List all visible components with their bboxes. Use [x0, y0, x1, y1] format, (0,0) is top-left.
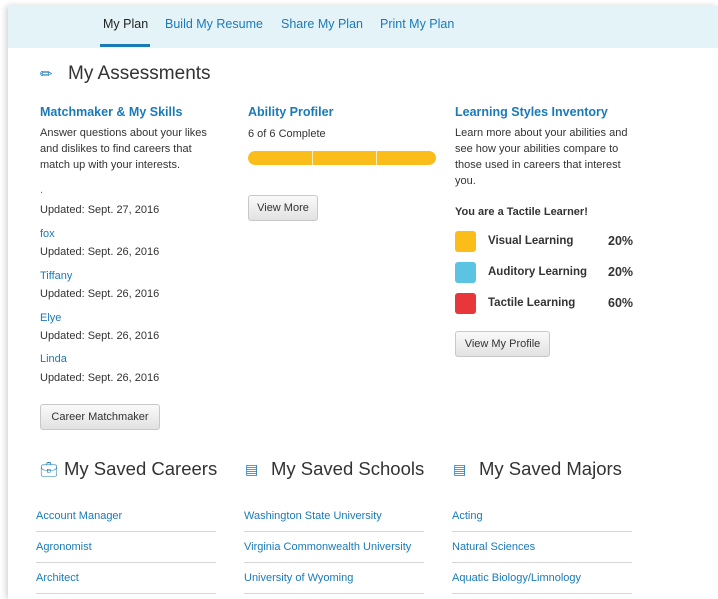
tactile-learning-percent: 60%	[608, 296, 634, 310]
saved-major-item[interactable]: Aquatic Biology/Limnology	[452, 563, 632, 594]
saved-career-item[interactable]: Architect	[36, 563, 216, 594]
tab-my-plan[interactable]: My Plan	[103, 17, 148, 31]
matchmaker-entry-link[interactable]: fox	[40, 228, 55, 240]
matchmaker-entry-updated: Updated: Sept. 26, 2016	[40, 246, 160, 258]
matchmaker-entry-updated: Updated: Sept. 26, 2016	[40, 288, 160, 300]
tab-build-my-resume[interactable]: Build My Resume	[165, 17, 263, 31]
tab-bar: My Plan Build My Resume Share My Plan Pr…	[8, 6, 718, 48]
visual-learning-label: Visual Learning	[488, 235, 574, 247]
auditory-learning-swatch	[455, 262, 476, 283]
learning-styles-result: You are a Tactile Learner!	[455, 206, 588, 218]
saved-careers-title: My Saved Careers	[64, 458, 218, 479]
assessments-title: My Assessments	[68, 63, 211, 84]
active-tab-indicator	[100, 44, 150, 47]
saved-school-item[interactable]: Washington State University	[244, 501, 424, 532]
book-icon: ▤	[453, 461, 467, 477]
saved-career-item[interactable]: Account Manager	[36, 501, 216, 532]
matchmaker-entry-link[interactable]: .	[40, 184, 43, 196]
progress-segment-divider	[376, 151, 377, 165]
saved-majors-title: My Saved Majors	[479, 458, 622, 479]
auditory-learning-percent: 20%	[608, 265, 634, 279]
visual-learning-percent: 20%	[608, 234, 634, 248]
auditory-learning-label: Auditory Learning	[488, 266, 588, 278]
matchmaker-entry-link[interactable]: Linda	[40, 353, 67, 365]
ability-profiler-title: Ability Profiler	[248, 105, 334, 119]
view-more-button[interactable]: View More	[248, 195, 318, 221]
learning-styles-title: Learning Styles Inventory	[455, 105, 608, 119]
ability-profiler-status: 6 of 6 Complete	[248, 128, 326, 140]
saved-majors-list: Acting Natural Sciences Aquatic Biology/…	[452, 501, 632, 594]
learning-styles-description: Learn more about your abilities and see …	[455, 127, 628, 187]
briefcase-icon: 💼︎	[40, 461, 58, 477]
matchmaker-entry-updated: Updated: Sept. 26, 2016	[40, 372, 160, 384]
view-my-profile-button[interactable]: View My Profile	[455, 331, 550, 357]
matchmaker-entry-updated: Updated: Sept. 26, 2016	[40, 330, 160, 342]
saved-schools-title: My Saved Schools	[271, 458, 425, 479]
progress-segment-divider	[312, 151, 313, 165]
tactile-learning-swatch	[455, 293, 476, 314]
matchmaker-entry-link[interactable]: Elye	[40, 312, 61, 324]
career-matchmaker-button[interactable]: Career Matchmaker	[40, 404, 160, 430]
matchmaker-entry-updated: Updated: Sept. 27, 2016	[40, 204, 160, 216]
tab-share-my-plan[interactable]: Share My Plan	[281, 17, 363, 31]
saved-school-item[interactable]: University of Wyoming	[244, 563, 424, 594]
saved-schools-list: Washington State University Virginia Com…	[244, 501, 424, 594]
pencil-icon: ✏︎	[40, 66, 53, 83]
saved-school-item[interactable]: Virginia Commonwealth University	[244, 532, 424, 563]
school-icon: ▤	[245, 461, 259, 477]
saved-major-item[interactable]: Natural Sciences	[452, 532, 632, 563]
ability-progress-bar	[248, 151, 436, 165]
tactile-learning-label: Tactile Learning	[488, 297, 576, 309]
matchmaker-entry-link[interactable]: Tiffany	[40, 270, 72, 282]
matchmaker-description: Answer questions about your likes and di…	[40, 127, 207, 171]
ability-progress-fill	[248, 151, 436, 165]
matchmaker-title: Matchmaker & My Skills	[40, 105, 183, 119]
visual-learning-swatch	[455, 231, 476, 252]
tab-print-my-plan[interactable]: Print My Plan	[380, 17, 454, 31]
saved-major-item[interactable]: Acting	[452, 501, 632, 532]
saved-career-item[interactable]: Agronomist	[36, 532, 216, 563]
page: My Plan Build My Resume Share My Plan Pr…	[8, 6, 718, 599]
saved-careers-list: Account Manager Agronomist Architect	[36, 501, 216, 594]
